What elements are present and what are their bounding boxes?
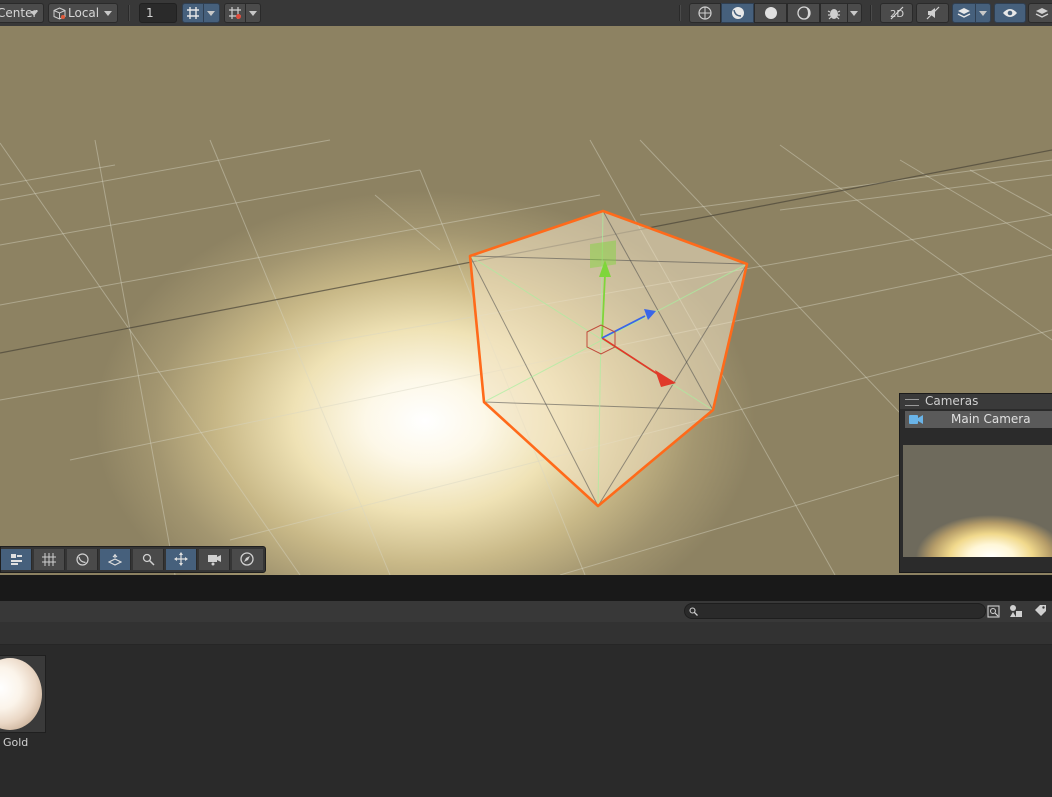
increment-snap-field[interactable]: 1 [139,3,177,23]
asset-thumbnail[interactable] [0,655,46,733]
video-camera-icon [909,415,923,424]
shading-mode-dropdown[interactable] [847,3,862,23]
grid-icon [229,7,241,19]
project-toolbar [0,601,1052,623]
audio-muted-icon [926,6,939,20]
debug-draw-mode-button[interactable] [820,3,848,23]
half-sphere-icon [796,6,811,20]
grid-dropdown[interactable] [245,3,261,23]
transform-tool-button[interactable] [166,549,197,570]
breadcrumb-bar [0,622,1052,645]
grid-snap-icon [187,7,199,19]
material-sphere-icon [0,658,42,730]
grid-snap-toggle[interactable] [182,3,204,23]
filter-by-type-icon[interactable] [1009,604,1024,619]
label-tag-icon[interactable] [1034,604,1048,618]
chevron-down-icon [207,11,215,16]
shaded-button[interactable] [754,3,787,23]
plane-icon [108,554,122,566]
panel-divider [0,575,1052,601]
grid-visibility-toggle[interactable] [224,3,246,23]
unlit-button[interactable] [787,3,820,23]
pivot-rotation-label: Local [68,6,100,20]
wireframe-shading-button[interactable] [689,3,721,23]
grid-snapping-button[interactable] [34,549,65,570]
move-arrows-icon [174,552,188,566]
2d-icon: 2D [890,6,904,20]
scene-view[interactable] [0,26,1052,575]
chevron-down-icon [850,11,858,16]
chevron-down-icon [30,11,38,16]
toolbar-divider [679,5,681,21]
tool-settings-button[interactable] [1,549,32,570]
bug-icon [827,9,841,20]
search-by-type-icon[interactable] [987,605,1000,618]
search-tool-button[interactable] [133,549,164,570]
search-icon [142,553,155,566]
2d-mode-toggle[interactable]: 2D [880,3,913,23]
scene-visibility-toggle[interactable] [994,3,1026,23]
cameras-panel-title: Cameras [925,394,979,408]
toolbar-divider [870,5,872,21]
asset-name-label: Gold [3,736,29,749]
project-search-input[interactable] [684,603,986,619]
chevron-down-icon [979,11,987,16]
effects-dropdown[interactable] [975,3,991,23]
chevron-down-icon [249,11,257,16]
solid-sphere-icon [764,7,777,19]
sphere-icon [76,553,89,566]
camera-preview [903,445,1052,557]
camera-selector[interactable]: Main Camera [904,410,1052,429]
chevron-down-icon [104,11,112,16]
compass-icon [240,552,254,566]
scene-overlay-toolbar [0,546,266,573]
cameras-panel-header[interactable]: Cameras [900,394,1052,409]
drag-handle-icon[interactable] [905,399,919,406]
scene-toolbar: Center Local 1 2D [0,0,1052,27]
audio-toggle[interactable] [916,3,949,23]
grid-snapping-icon [42,553,56,566]
shaded-wireframe-button[interactable] [721,3,754,23]
toolbar-divider [128,5,130,21]
project-asset-grid: Gold [0,645,1052,797]
navigation-button[interactable] [232,549,263,570]
stack-icon [1035,8,1049,18]
effects-toggle[interactable] [952,3,976,23]
cube-icon [53,7,66,20]
layers-icon [957,8,971,18]
camera-tool-button[interactable] [199,549,230,570]
orientation-button[interactable] [100,549,131,570]
search-icon [689,607,698,616]
grid-snap-dropdown[interactable] [203,3,220,23]
selected-camera-name: Main Camera [951,412,1031,426]
scene-grid [0,139,1052,575]
draw-layers-button[interactable] [1028,3,1052,23]
pivot-mode-dropdown[interactable]: Center [0,3,44,23]
shaded-wire-sphere-icon [731,7,744,19]
render-mode-button[interactable] [67,549,98,570]
eye-icon [1003,9,1017,17]
camera-icon [208,555,221,566]
pivot-rotation-dropdown[interactable]: Local [48,3,118,23]
wireframe-sphere-icon [698,6,712,20]
tool-settings-icon [11,554,22,565]
cameras-overlay-panel: Cameras Main Camera [899,393,1052,573]
